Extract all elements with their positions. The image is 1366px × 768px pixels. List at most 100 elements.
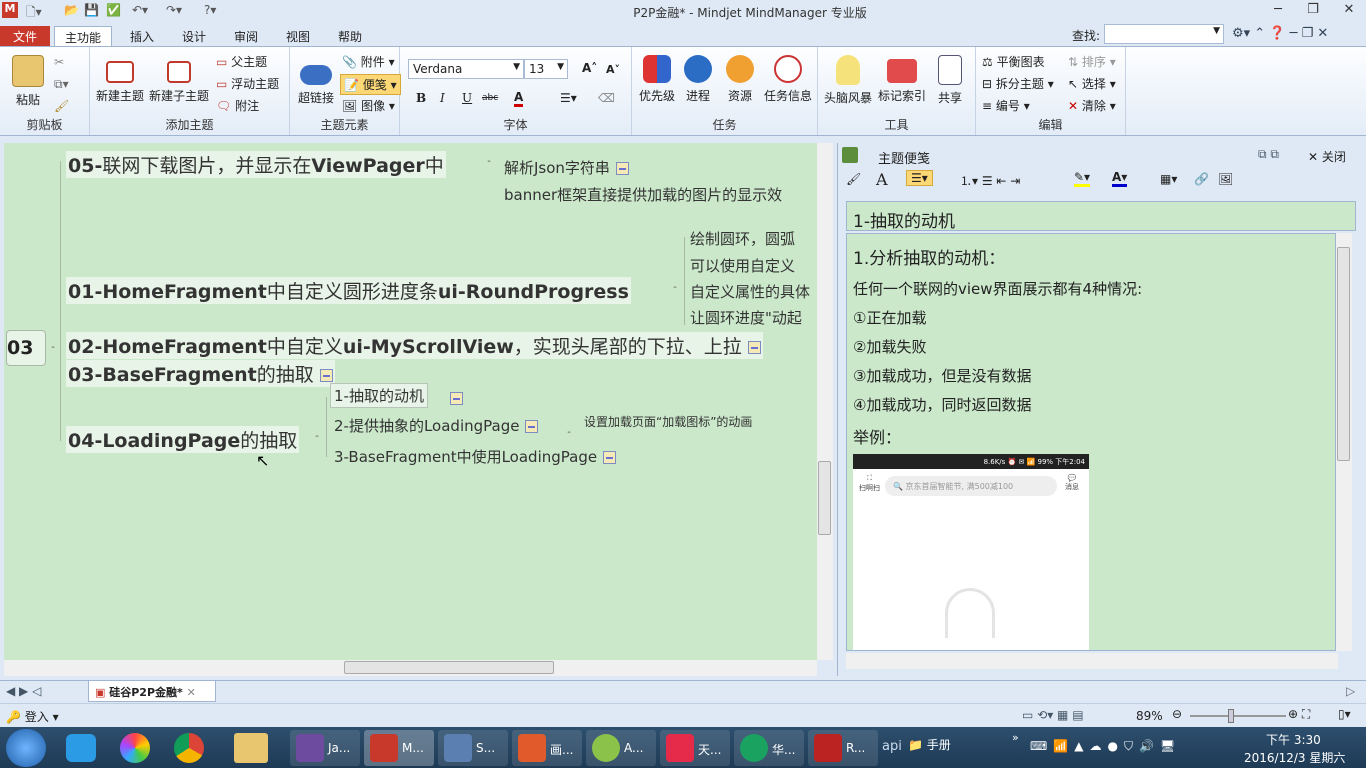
topic-03[interactable]: 03-BaseFragment的抽取 (66, 360, 335, 387)
topic-01[interactable]: 01-HomeFragment中自定义圆形进度条ui-RoundProgress (66, 277, 631, 304)
subtopic-animate[interactable]: 让圆环进度"动起 (690, 307, 802, 328)
toolbar-expand-icon[interactable]: » (1012, 731, 1019, 744)
numbered-list-icon[interactable]: ⒈▾ ☰ ⇤ ⇥ (960, 172, 1020, 189)
scrollbar-thumb[interactable] (818, 461, 831, 535)
note-icon[interactable] (615, 162, 629, 175)
close-icon[interactable]: ✕ (1336, 2, 1362, 20)
strike-button[interactable]: abc (482, 93, 498, 103)
subtopic-abstract[interactable]: 2-提供抽象的LoadingPage (334, 415, 539, 436)
collapse-toggle[interactable]: - (564, 428, 574, 439)
notes-vscrollbar[interactable] (1336, 233, 1352, 651)
progress-button[interactable]: 进程 (680, 55, 716, 104)
subtopic-ring[interactable]: 绘制圆环，圆弧 (690, 228, 795, 249)
note-icon[interactable] (319, 369, 333, 382)
close-panel-button[interactable]: ✕ 关闭 (1308, 148, 1346, 165)
scrollbar-thumb[interactable] (1337, 247, 1350, 461)
tab-design[interactable]: 设计 (172, 26, 216, 46)
input-method-icon[interactable] (66, 734, 96, 762)
zoom-slider[interactable] (1190, 715, 1286, 717)
floating-topic-button[interactable]: ▭ 浮动主题 (216, 75, 279, 92)
new-topic-button[interactable]: 新建主题 (94, 55, 146, 104)
brainstorm-button[interactable]: 头脑风暴 (822, 55, 874, 106)
resource-button[interactable]: 资源 (720, 55, 760, 104)
canvas-vscrollbar[interactable] (817, 143, 833, 660)
taskbar-item-tmall[interactable]: 天... (660, 730, 730, 766)
taskbar-item-android[interactable]: A... (586, 730, 656, 766)
hyperlink-button[interactable]: 超链接 (296, 55, 336, 106)
subtopic-custom[interactable]: 可以使用自定义 (690, 255, 795, 276)
taskbar-item-java[interactable]: Ja... (290, 730, 360, 766)
new-subtopic-button[interactable]: 新建子主题 (148, 55, 210, 104)
login-button[interactable]: 🔑 登入 ▾ (6, 708, 59, 725)
format-painter-icon[interactable]: 🖌 (54, 99, 69, 113)
align-left-icon[interactable]: ☰▾ (906, 170, 933, 186)
start-button[interactable] (6, 729, 46, 767)
subtopic-motive[interactable]: 1-抽取的动机 (330, 383, 428, 408)
chrome-icon[interactable] (174, 733, 204, 763)
italic-button[interactable]: I (440, 91, 445, 105)
canvas-hscrollbar[interactable] (4, 660, 817, 676)
text-color-icon[interactable]: A▾ (1112, 170, 1128, 187)
share-button[interactable]: 共享 (932, 55, 968, 106)
split-button[interactable]: ⊟ 拆分主题 ▾ (982, 75, 1054, 92)
tab-view[interactable]: 视图 (276, 26, 320, 46)
taskbar-item-recorder[interactable]: R... (808, 730, 878, 766)
zoom-out-icon[interactable]: ⊖ (1172, 707, 1182, 721)
note-icon[interactable] (603, 451, 617, 464)
folder-toolbar[interactable]: 📁 手册 (908, 736, 951, 753)
mark-index-button[interactable]: 标记索引 (876, 55, 928, 104)
sort-button[interactable]: ⇅ 排序 ▾ (1068, 53, 1116, 70)
copy-icon[interactable]: ⧉▾ (54, 77, 69, 92)
zoom-in-icon[interactable]: ⊕ ⛶ (1288, 707, 1310, 722)
options-icon[interactable]: ⚙▾ ⌃ ❓ ─ ❐ ✕ (1232, 26, 1328, 41)
link-icon[interactable]: 🔗 (1194, 172, 1209, 186)
picture-icon[interactable]: 🖼 (1218, 172, 1233, 186)
system-tray-icons[interactable]: ⌨📶▲☁●⛉🔊🖥 (1030, 739, 1181, 754)
subtopic-banner[interactable]: banner框架直接提供加载的图片的显示效 (504, 184, 782, 205)
collapse-toggle[interactable]: - (484, 157, 494, 168)
number-button[interactable]: ≡ 编号 ▾ (982, 97, 1030, 114)
view-mode-icons[interactable]: ▭ ⟲▾ ▦ ▤ (1022, 708, 1084, 722)
taskbar-item-paint[interactable]: 画... (512, 730, 582, 766)
align-icon[interactable]: ☰▾ (560, 91, 577, 105)
restore-icon[interactable]: ❐ (1300, 2, 1326, 20)
tab-review[interactable]: 审阅 (224, 26, 268, 46)
minimize-icon[interactable]: ─ (1265, 2, 1291, 20)
font-size-select[interactable]: 13 ▼ (524, 59, 568, 79)
subtopic-anim[interactable]: 设置加载页面“加载图标”的动画 (584, 413, 752, 430)
sheet-nav-icon[interactable]: ◀ ▶ ◁ (6, 684, 41, 698)
callout-button[interactable]: 🗨 附注 (216, 97, 259, 114)
paste-button[interactable]: 粘贴 (8, 55, 48, 108)
notes-editor[interactable]: 1.分析抽取的动机： 任何一个联网的view界面展示都有4种情况: ①正在加载 … (846, 233, 1336, 651)
font-icon[interactable]: A (876, 170, 888, 189)
topic-05[interactable]: 05-联网下载图片，并显示在ViewPager中 (66, 151, 446, 178)
scrollbar-thumb[interactable] (344, 661, 554, 674)
font-color-button[interactable]: A (514, 90, 524, 107)
subtopic-attr[interactable]: 自定义属性的具体 (690, 281, 810, 302)
collapse-toggle[interactable]: - (670, 283, 680, 294)
topic-02[interactable]: 02-HomeFragment中自定义ui-MyScrollView，实现头尾部… (66, 332, 763, 359)
image-button[interactable]: 🖼 图像 ▾ (342, 97, 395, 114)
zoom-slider-thumb[interactable] (1228, 709, 1234, 723)
select-button[interactable]: ↖ 选择 ▾ (1068, 75, 1116, 92)
sheet-tab[interactable]: ▣ 硅谷P2P金融* ✕ (88, 681, 216, 702)
highlight-icon[interactable]: ✎▾ (1074, 170, 1091, 187)
tab-help[interactable]: 帮助 (328, 26, 372, 46)
parent-topic-button[interactable]: ▭ 父主题 (216, 53, 267, 70)
attachment-button[interactable]: 📎 附件 ▾ (342, 53, 395, 70)
note-icon[interactable] (747, 341, 761, 354)
clear-format-icon[interactable]: ⌫ (598, 91, 615, 105)
central-topic[interactable]: 03 (6, 330, 46, 366)
cut-icon[interactable]: ✂ (54, 55, 64, 69)
subtopic-json[interactable]: 解析Json字符串 (504, 157, 629, 178)
map-canvas[interactable]: 03 - 05-联网下载图片，并显示在ViewPager中 - 解析Json字符… (4, 143, 817, 660)
bold-button[interactable]: B (416, 91, 426, 105)
search-input[interactable]: ▼ (1104, 24, 1224, 44)
note-icon[interactable] (450, 392, 463, 405)
collapse-toggle[interactable]: - (312, 432, 322, 443)
shrink-font-button[interactable]: A˅ (606, 63, 620, 76)
underline-button[interactable]: U (462, 91, 472, 105)
layout-icon[interactable]: ▯▾ (1338, 707, 1351, 721)
table-icon[interactable]: ▦▾ (1160, 172, 1177, 186)
notes-hscrollbar[interactable] (846, 653, 1338, 669)
